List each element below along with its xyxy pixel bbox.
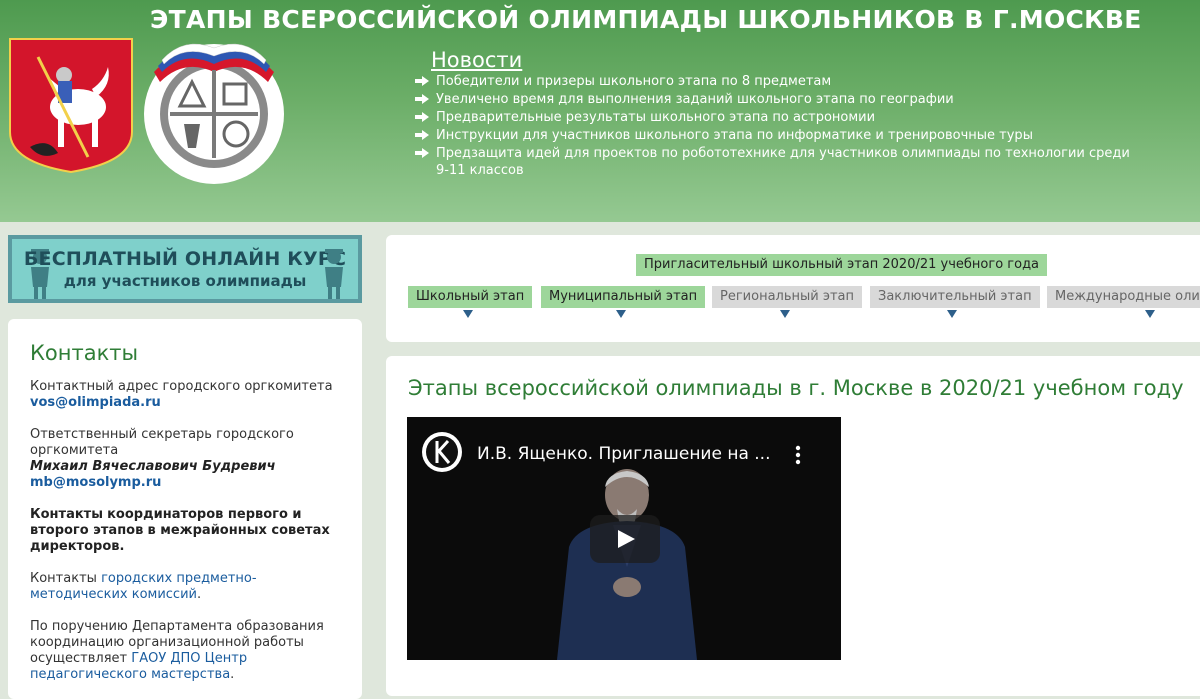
video-title[interactable]: И.В. Ященко. Приглашение на ... xyxy=(477,444,771,464)
secretary-email-link[interactable]: mb@mosolymp.ru xyxy=(30,475,161,490)
contacts-address: Контактный адрес городского оргкомитета … xyxy=(30,379,340,411)
contacts-heading: Контакты xyxy=(30,341,139,365)
stages-panel: Пригласительный школьный этап 2020/21 уч… xyxy=(386,235,1200,342)
page-title: Этапы всероссийской олимпиады в г. Москв… xyxy=(408,376,1184,400)
coordinators-prefix: Контакты xyxy=(30,507,103,522)
commissions-suffix: . xyxy=(196,587,202,602)
play-button[interactable] xyxy=(590,515,660,563)
banner-subtitle: для участников олимпиады xyxy=(63,272,307,290)
news-item-label[interactable]: Инструкции для участников школьного этап… xyxy=(436,128,1033,143)
chevron-down-icon xyxy=(616,310,626,318)
arrow-right-icon xyxy=(415,148,429,158)
stage-label: Муниципальный этап xyxy=(549,289,698,304)
more-options-icon[interactable] xyxy=(795,445,801,465)
site-header: ЭТАПЫ ВСЕРОССИЙСКОЙ ОЛИМПИАДЫ ШКОЛЬНИКОВ… xyxy=(0,0,1200,222)
chevron-down-icon xyxy=(1145,310,1155,318)
stage-label: Международные олим xyxy=(1055,289,1200,304)
arrow-right-icon xyxy=(415,94,429,104)
moscow-coat-of-arms-icon[interactable] xyxy=(8,37,134,174)
main-content: Этапы всероссийской олимпиады в г. Москв… xyxy=(386,356,1200,696)
news-list: Победители и призеры школьного этапа по … xyxy=(414,73,1144,180)
stage-municipal[interactable]: Муниципальный этап xyxy=(541,286,706,318)
news-item[interactable]: Инструкции для участников школьного этап… xyxy=(414,127,1144,144)
stage-final[interactable]: Заключительный этап xyxy=(870,286,1040,318)
department-suffix: . xyxy=(230,667,235,682)
student-silhouette-icon xyxy=(325,249,343,299)
contacts-department: По поручению Департамента образования ко… xyxy=(30,619,340,683)
contacts-panel: Контакты Контактный адрес городского орг… xyxy=(8,319,362,699)
site-title: ЭТАПЫ ВСЕРОССИЙСКОЙ ОЛИМПИАДЫ ШКОЛЬНИКОВ… xyxy=(150,5,1142,34)
stage-regional[interactable]: Региональный этап xyxy=(712,286,863,318)
chevron-down-icon xyxy=(463,310,473,318)
channel-logo-icon[interactable] xyxy=(421,431,463,473)
banner-title: БЕСПЛАТНЫЙ ОНЛАЙН КУРС xyxy=(23,248,347,270)
contacts-coordinators: Контакты координаторов первого и второго… xyxy=(30,507,340,555)
stage-label: Школьный этап xyxy=(416,289,525,304)
invitational-stage-button[interactable]: Пригласительный школьный этап 2020/21 уч… xyxy=(636,254,1048,276)
address-label: Контактный адрес городского оргкомитета xyxy=(30,379,333,394)
secretary-label: Ответственный секретарь городского оргко… xyxy=(30,427,294,458)
chevron-down-icon xyxy=(947,310,957,318)
news-item[interactable]: Предварительные результаты школьного эта… xyxy=(414,109,1144,126)
arrow-right-icon xyxy=(415,76,429,86)
play-icon xyxy=(618,530,635,548)
stage-school[interactable]: Школьный этап xyxy=(408,286,533,318)
news-item-label[interactable]: Предзащита идей для проектов по робототе… xyxy=(436,146,1130,178)
news-item[interactable]: Победители и призеры школьного этапа по … xyxy=(414,73,1144,90)
news-item[interactable]: Увеличено время для выполнения заданий ш… xyxy=(414,91,1144,108)
news-item-label[interactable]: Победители и призеры школьного этапа по … xyxy=(436,74,831,89)
news-item-label[interactable]: Предварительные результаты школьного эта… xyxy=(436,110,875,125)
arrow-right-icon xyxy=(415,130,429,140)
orgcommittee-email-link[interactable]: vos@olimpiada.ru xyxy=(30,395,161,410)
stage-label: Заключительный этап xyxy=(878,289,1032,304)
olympiad-emblem-icon[interactable] xyxy=(140,38,288,186)
contacts-commissions: Контакты городских предметно-методически… xyxy=(30,571,340,603)
arrow-right-icon xyxy=(415,112,429,122)
stage-label: Региональный этап xyxy=(720,289,855,304)
news-item[interactable]: Предзащита идей для проектов по робототе… xyxy=(414,145,1144,179)
commissions-prefix: Контакты xyxy=(30,571,97,586)
online-course-banner[interactable]: БЕСПЛАТНЫЙ ОНЛАЙН КУРС для участников ол… xyxy=(8,235,362,303)
news-heading-link[interactable]: Новости xyxy=(431,48,522,72)
video-player[interactable]: И.В. Ященко. Приглашение на ... xyxy=(407,417,841,660)
news-item-label[interactable]: Увеличено время для выполнения заданий ш… xyxy=(436,92,954,107)
secretary-name: Михаил Вячеславович Будревич xyxy=(30,459,276,474)
stage-international[interactable]: Международные олим xyxy=(1047,286,1200,318)
contacts-secretary: Ответственный секретарь городского оргко… xyxy=(30,427,340,491)
chevron-down-icon xyxy=(780,310,790,318)
